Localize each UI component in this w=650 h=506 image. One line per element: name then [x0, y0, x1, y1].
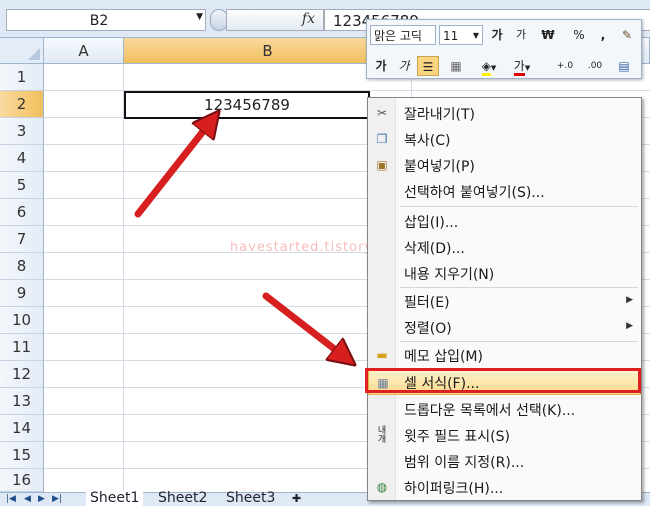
- italic-button[interactable]: 가: [394, 56, 414, 76]
- submenu-arrow-icon: ▶: [626, 295, 633, 305]
- percent-button[interactable]: %: [569, 25, 589, 45]
- menu-item-label: 윗주 필드 표시(S): [404, 429, 510, 445]
- currency-button[interactable]: ₩: [535, 25, 561, 45]
- prev-sheet-nav-icon[interactable]: ◀: [24, 494, 31, 504]
- increase-decimal-button[interactable]: +.0: [551, 56, 579, 76]
- insert-function-area: fx: [226, 9, 324, 31]
- font-name-box[interactable]: 맑은 고딕: [370, 25, 436, 45]
- font-color-button[interactable]: 가▼: [507, 56, 537, 76]
- font-size-box[interactable]: 11 ▼: [439, 25, 483, 45]
- column-header-a[interactable]: A: [44, 38, 124, 64]
- fill-color-icon[interactable]: ◈▼: [475, 56, 503, 76]
- row-header-9[interactable]: 9: [0, 280, 44, 307]
- scissors-icon: ✂: [376, 106, 388, 120]
- menu-item-copy[interactable]: ❐ 복사(C): [368, 126, 641, 152]
- menu-item-hyperlink[interactable]: ◍ 하이퍼링크(H)...: [368, 474, 641, 500]
- row-header-4[interactable]: 4: [0, 145, 44, 172]
- insert-sheet-icon[interactable]: ✚: [292, 491, 301, 506]
- active-cell-b2[interactable]: 123456789: [124, 91, 370, 119]
- paste-icon: ▣: [376, 158, 388, 172]
- menu-item-label: 내용 지우기(N): [404, 267, 495, 283]
- align-center-icon[interactable]: ☰: [417, 56, 439, 76]
- comment-icon: ▬: [376, 348, 388, 362]
- comma-button[interactable]: ,: [595, 25, 611, 45]
- menu-item-delete[interactable]: 삭제(D)...: [368, 234, 641, 260]
- last-sheet-nav-icon[interactable]: ▶|: [52, 494, 62, 504]
- menu-item-label: 붙여넣기(P): [404, 159, 475, 175]
- sheet-tab-2[interactable]: Sheet2: [158, 491, 207, 506]
- row-header-8[interactable]: 8: [0, 253, 44, 280]
- row-header-7[interactable]: 7: [0, 226, 44, 253]
- watermark-text: havestarted.tistory: [230, 240, 374, 255]
- highlight-box: [365, 368, 641, 393]
- context-menu: ✂ 잘라내기(T) ❐ 복사(C) ▣ 붙여넣기(P) 선택하여 붙여넣기(S)…: [367, 97, 642, 501]
- font-color-label: 가: [513, 59, 525, 76]
- borders-icon[interactable]: ▦: [445, 56, 467, 76]
- menu-item-label: 선택하여 붙여넣기(S)...: [404, 185, 545, 201]
- hyperlink-icon: ◍: [376, 480, 388, 494]
- gridline: [123, 64, 124, 492]
- menu-item-insert-comment[interactable]: ▬ 메모 삽입(M): [368, 342, 641, 368]
- menu-item-label: 삭제(D)...: [404, 241, 465, 257]
- row-header-14[interactable]: 14: [0, 415, 44, 442]
- menu-item-paste[interactable]: ▣ 붙여넣기(P): [368, 152, 641, 178]
- menu-item-label: 삽입(I)...: [404, 215, 459, 231]
- menu-item-phonetic-field[interactable]: 내개 윗주 필드 표시(S): [368, 422, 641, 448]
- menu-item-define-name[interactable]: 범위 이름 지정(R)...: [368, 448, 641, 474]
- menu-item-label: 복사(C): [404, 133, 451, 149]
- menu-item-sort[interactable]: 정렬(O) ▶: [368, 314, 641, 340]
- next-sheet-nav-icon[interactable]: ▶: [38, 494, 45, 504]
- row-header-2[interactable]: 2: [0, 91, 44, 118]
- sheet-tab-3[interactable]: Sheet3: [226, 491, 275, 506]
- mini-toolbar: 맑은 고딕 11 ▼ 가 가 ₩ % , ✎ 가 가 ☰ ▦ ◈▼ 가▼ +.0…: [366, 19, 642, 79]
- sheet-tab-1[interactable]: Sheet1: [86, 491, 144, 506]
- menu-item-label: 범위 이름 지정(R)...: [404, 455, 525, 471]
- row-header-1[interactable]: 1: [0, 64, 44, 91]
- menu-item-pick-from-dropdown[interactable]: 드롭다운 목록에서 선택(K)...: [368, 396, 641, 422]
- name-box-value: B2: [89, 13, 109, 29]
- merge-center-icon[interactable]: ▤: [613, 56, 635, 76]
- copy-icon: ❐: [376, 132, 388, 146]
- menu-item-clear-contents[interactable]: 내용 지우기(N): [368, 260, 641, 286]
- name-box[interactable]: B2 ▼: [6, 9, 206, 31]
- decrease-decimal-button[interactable]: .00: [581, 56, 609, 76]
- font-size-value: 11: [443, 29, 459, 43]
- menu-item-filter[interactable]: 필터(E) ▶: [368, 288, 641, 314]
- menu-item-label: 정렬(O): [404, 321, 452, 337]
- shrink-font-button[interactable]: 가: [511, 25, 531, 45]
- row-header-6[interactable]: 6: [0, 199, 44, 226]
- select-all-corner[interactable]: [0, 38, 44, 64]
- menu-item-label: 잘라내기(T): [404, 107, 475, 123]
- submenu-arrow-icon: ▶: [626, 321, 633, 331]
- row-header-5[interactable]: 5: [0, 172, 44, 199]
- row-header-12[interactable]: 12: [0, 361, 44, 388]
- grow-font-button[interactable]: 가: [487, 25, 507, 45]
- row-header-10[interactable]: 10: [0, 307, 44, 334]
- arrow-to-cell: [134, 120, 212, 218]
- insert-function-icon[interactable]: fx: [302, 11, 315, 27]
- name-box-dropdown-icon[interactable]: ▼: [196, 12, 203, 22]
- menu-separator: [400, 206, 638, 207]
- menu-item-paste-special[interactable]: 선택하여 붙여넣기(S)...: [368, 178, 641, 204]
- row-header-13[interactable]: 13: [0, 388, 44, 415]
- format-painter-icon[interactable]: ✎: [617, 25, 637, 45]
- first-sheet-nav-icon[interactable]: |◀: [6, 494, 16, 504]
- row-header-3[interactable]: 3: [0, 118, 44, 145]
- menu-item-insert[interactable]: 삽입(I)...: [368, 208, 641, 234]
- row-header-15[interactable]: 15: [0, 442, 44, 469]
- menu-item-cut[interactable]: ✂ 잘라내기(T): [368, 100, 641, 126]
- font-size-dropdown-icon[interactable]: ▼: [473, 26, 479, 46]
- menu-item-label: 메모 삽입(M): [404, 349, 483, 365]
- menu-item-label: 하이퍼링크(H)...: [404, 481, 504, 497]
- phonetic-icon: 내개: [377, 426, 387, 445]
- row-header-11[interactable]: 11: [0, 334, 44, 361]
- menu-item-label: 드롭다운 목록에서 선택(K)...: [404, 403, 576, 419]
- menu-item-label: 필터(E): [404, 295, 450, 311]
- bold-button[interactable]: 가: [371, 56, 391, 76]
- row-header-16[interactable]: 16: [0, 469, 44, 492]
